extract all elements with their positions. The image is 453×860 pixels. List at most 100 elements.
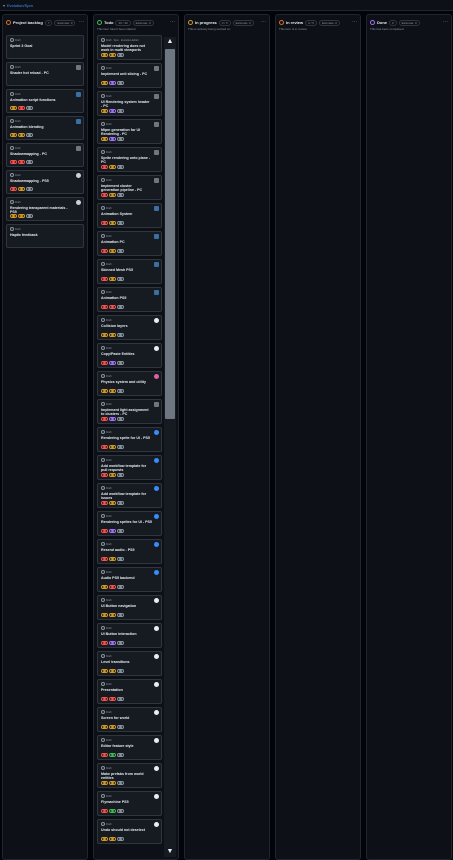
label-chip[interactable] <box>101 669 108 673</box>
platform-avatar-icon[interactable] <box>154 66 159 71</box>
card-title[interactable]: Flymachine PS5 <box>101 800 158 804</box>
label-chip[interactable] <box>109 697 116 701</box>
label-chip[interactable] <box>109 501 116 505</box>
label-chip[interactable] <box>117 389 124 393</box>
label-chip[interactable] <box>117 809 124 813</box>
label-chip[interactable] <box>109 557 116 561</box>
gamepad-avatar-icon[interactable] <box>154 262 159 267</box>
label-chip[interactable] <box>117 837 124 841</box>
label-chip[interactable] <box>109 473 116 477</box>
white-avatar-icon[interactable] <box>154 682 159 687</box>
card-title[interactable]: Skinned Mesh PS5 <box>101 268 158 272</box>
label-chip[interactable] <box>10 133 17 137</box>
label-chip[interactable] <box>117 501 124 505</box>
label-chip[interactable] <box>109 361 116 365</box>
label-chip[interactable] <box>109 753 116 757</box>
label-chip[interactable] <box>117 417 124 421</box>
board-card[interactable]: Draft Level transitions <box>97 651 162 676</box>
label-chip[interactable] <box>101 697 108 701</box>
card-title[interactable]: Animation System <box>101 212 158 216</box>
board-card[interactable]: Draft UI Rendering system header - PC <box>97 91 162 116</box>
label-chip[interactable] <box>26 214 33 218</box>
label-chip[interactable] <box>101 249 108 253</box>
blue-avatar-icon[interactable] <box>154 458 159 463</box>
board-card[interactable]: Draft UI Button interaction <box>97 623 162 648</box>
board-card[interactable]: Draft Add workflow template for pull requ… <box>97 455 162 480</box>
label-chip[interactable] <box>109 249 116 253</box>
label-chip[interactable] <box>10 214 17 218</box>
card-title[interactable]: Animation blending <box>10 125 80 129</box>
board-card[interactable]: Draft Undo should not deselect <box>97 819 162 844</box>
board-card[interactable]: Draft Implement light assignment to clust… <box>97 399 162 424</box>
label-chip[interactable] <box>18 106 25 110</box>
board-card[interactable]: Draft Sprint 3 Goal <box>6 35 84 59</box>
label-chip[interactable] <box>109 389 116 393</box>
platform-avatar-icon[interactable] <box>154 402 159 407</box>
label-chip[interactable] <box>101 305 108 309</box>
label-chip[interactable] <box>101 613 108 617</box>
label-chip[interactable] <box>117 193 124 197</box>
card-title[interactable]: Animation script functions <box>10 98 80 102</box>
gamepad-avatar-icon[interactable] <box>76 92 81 97</box>
label-chip[interactable] <box>109 529 116 533</box>
board-card[interactable]: Draft Copy/Paste Entities <box>97 343 162 368</box>
chevron-down-icon[interactable]: ▾ <box>3 3 5 8</box>
board-card[interactable]: Draft Animation script functions <box>6 89 84 113</box>
label-chip[interactable] <box>109 781 116 785</box>
label-chip[interactable] <box>117 697 124 701</box>
white-avatar-icon[interactable] <box>154 626 159 631</box>
card-title[interactable]: Shadowmapping - PS5 <box>10 179 80 183</box>
card-title[interactable]: Mipm generation for UI Rendering - PC <box>101 128 158 137</box>
board-card[interactable]: Draft Editor feature style <box>97 735 162 760</box>
card-title[interactable]: Implement cluster generation pipeline - … <box>101 184 158 193</box>
board-card[interactable]: Draft Shadowmapping - PS5 <box>6 170 84 194</box>
label-chip[interactable] <box>101 333 108 337</box>
label-chip[interactable] <box>109 585 116 589</box>
board-card[interactable]: Draft Flymachine PS5 <box>97 791 162 816</box>
label-chip[interactable] <box>109 137 116 141</box>
blue-avatar-icon[interactable] <box>154 514 159 519</box>
platform-avatar-icon[interactable] <box>76 65 81 70</box>
label-chip[interactable] <box>117 725 124 729</box>
label-chip[interactable] <box>117 529 124 533</box>
board-card[interactable]: Draft UI Button navigation <box>97 595 162 620</box>
label-chip[interactable] <box>117 305 124 309</box>
gamepad-avatar-icon[interactable] <box>76 119 81 124</box>
label-chip[interactable] <box>109 613 116 617</box>
card-title[interactable]: Level transitions <box>101 660 158 664</box>
white-avatar-icon[interactable] <box>154 654 159 659</box>
board-card[interactable]: Draft Add workflow template for issues <box>97 483 162 508</box>
label-chip[interactable] <box>109 417 116 421</box>
label-chip[interactable] <box>109 669 116 673</box>
label-chip[interactable] <box>117 221 124 225</box>
board-card[interactable]: Draft Rendering sprite for UI - PS5 <box>97 427 162 452</box>
white-avatar-icon[interactable] <box>154 346 159 351</box>
card-title[interactable]: UI Button interaction <box>101 632 158 636</box>
label-chip[interactable] <box>109 809 116 813</box>
label-chip[interactable] <box>101 277 108 281</box>
label-chip[interactable] <box>101 109 108 113</box>
label-chip[interactable] <box>117 165 124 169</box>
board-card[interactable]: Draft Animation blending <box>6 116 84 140</box>
scroll-up-arrow-icon[interactable]: ▲ <box>164 37 176 47</box>
label-chip[interactable] <box>117 361 124 365</box>
label-chip[interactable] <box>18 187 25 191</box>
card-title[interactable]: Implement light assignment to clusters -… <box>101 408 158 417</box>
card-title[interactable]: Audio PS5 backend <box>101 576 158 580</box>
card-title[interactable]: Add workflow template for issues <box>101 492 158 501</box>
card-title[interactable]: Implement unit slicing - PC <box>101 72 158 76</box>
label-chip[interactable] <box>109 445 116 449</box>
label-chip[interactable] <box>117 333 124 337</box>
card-title[interactable]: Animation PS5 <box>101 296 158 300</box>
label-chip[interactable] <box>117 641 124 645</box>
white-avatar-icon[interactable] <box>154 710 159 715</box>
board-card[interactable]: Draft Mipm generation for UI Rendering - … <box>97 119 162 144</box>
blue-avatar-icon[interactable] <box>154 542 159 547</box>
board-card[interactable]: Draft Haptic feedback <box>6 224 84 248</box>
label-chip[interactable] <box>10 106 17 110</box>
label-chip[interactable] <box>101 221 108 225</box>
card-title[interactable]: Collision layers <box>101 324 158 328</box>
label-chip[interactable] <box>109 641 116 645</box>
board-card[interactable]: Draft · Spm · Evolution-Editor Model rend… <box>97 35 162 60</box>
label-chip[interactable] <box>109 221 116 225</box>
